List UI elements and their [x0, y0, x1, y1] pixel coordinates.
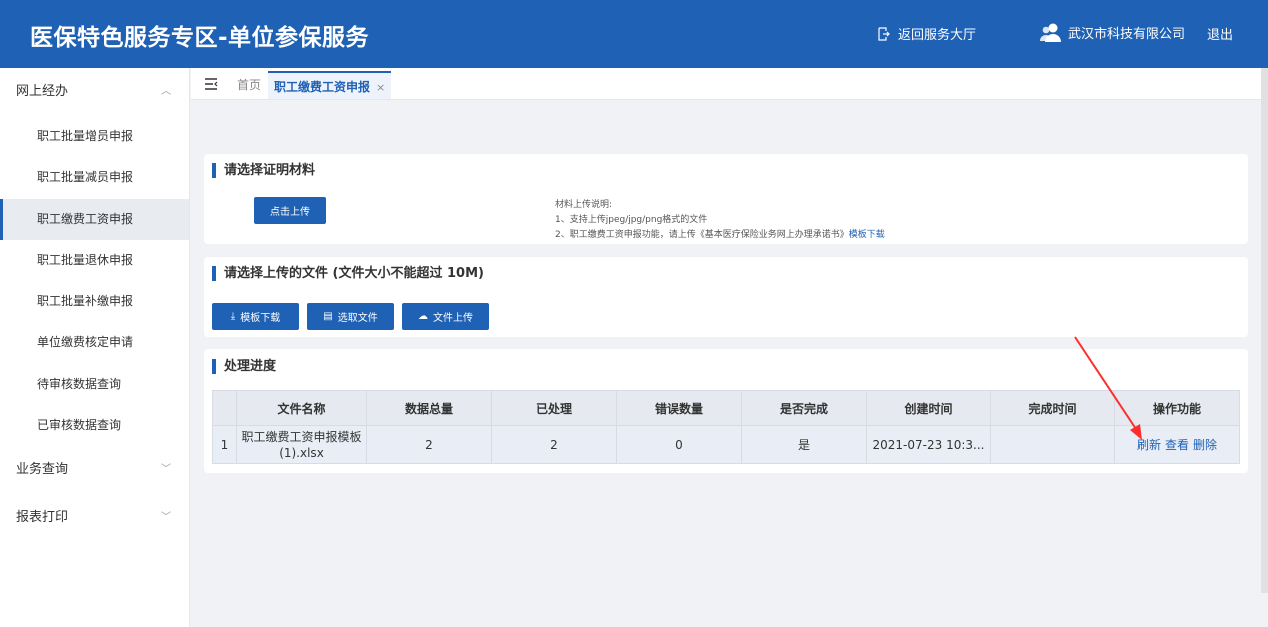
cell-errors: 0	[616, 425, 742, 464]
sidebar-item-pending-query[interactable]: 待审核数据查询	[0, 364, 189, 405]
section-title: 请选择上传的文件 (文件大小不能超过 10M)	[212, 266, 484, 281]
cell-ops: 刷新 查看 删除	[1114, 425, 1240, 464]
cell-index: 1	[212, 425, 237, 464]
cell-file-name: 职工缴费工资申报模板 (1).xlsx	[236, 425, 367, 464]
progress-card: 处理进度 文件名称 数据总量 已处理 错误数量 是否完成 创建时间 完成时间 操…	[204, 349, 1248, 473]
company-name: 武汉市科技有限公司	[1068, 26, 1186, 42]
tabs-bar: 首页 职工缴费工资申报 ×	[191, 68, 1261, 100]
file-upload-button[interactable]: ☁ 文件上传	[402, 303, 489, 330]
tab-home[interactable]: 首页	[237, 76, 261, 93]
col-file-name: 文件名称	[236, 390, 367, 426]
company-account[interactable]: 武汉市科技有限公司	[1040, 22, 1185, 42]
col-errors: 错误数量	[616, 390, 742, 426]
col-index	[212, 390, 237, 426]
menu-group-label: 报表打印	[16, 510, 69, 526]
back-label: 返回服务大厅	[898, 28, 977, 43]
select-file-button[interactable]: ▤ 选取文件	[307, 303, 394, 330]
logout-button[interactable]: 退出	[1207, 24, 1233, 43]
menu-collapse-icon[interactable]	[204, 77, 218, 91]
tab-wage-declare[interactable]: 职工缴费工资申报 ×	[268, 71, 392, 99]
exit-icon	[878, 26, 890, 41]
cell-done: 是	[741, 425, 867, 464]
proof-material-card: 请选择证明材料 点击上传 材料上传说明: 1、支持上传jpeg/jpg/png格…	[204, 154, 1248, 244]
delete-link[interactable]: 删除	[1193, 438, 1217, 452]
chevron-up-icon: ︿	[161, 86, 171, 97]
section-title: 请选择证明材料	[212, 163, 315, 178]
menu-group-report-print[interactable]: 报表打印 ﹀	[0, 494, 189, 542]
users-icon	[1040, 23, 1061, 42]
refresh-link[interactable]: 刷新	[1137, 438, 1161, 452]
note-line-2: 2、职工缴费工资申报功能，请上传《基本医疗保险业务网上办理承诺书》模板下载	[555, 228, 885, 243]
notes-heading: 材料上传说明:	[555, 200, 613, 210]
template-download-link[interactable]: 模板下载	[849, 230, 885, 240]
progress-table: 文件名称 数据总量 已处理 错误数量 是否完成 创建时间 完成时间 操作功能 1…	[212, 390, 1240, 464]
note-text: 2、职工缴费工资申报功能，请上传《基本医疗保险业务网上办理承诺书》	[555, 230, 849, 240]
template-download-button[interactable]: ⤓ 模板下载	[212, 303, 299, 330]
col-finished: 完成时间	[990, 390, 1115, 426]
section-title: 处理进度	[212, 359, 276, 374]
cell-processed: 2	[491, 425, 617, 464]
sidebar-item-wage-declare[interactable]: 职工缴费工资申报	[0, 198, 189, 241]
back-to-hall-link[interactable]: 返回服务大厅	[878, 24, 976, 43]
col-ops: 操作功能	[1114, 390, 1240, 426]
file-icon: ▤	[323, 311, 333, 322]
menu-group-online-service[interactable]: 网上经办 ︿	[0, 68, 189, 116]
upload-notes: 材料上传说明: 1、支持上传jpeg/jpg/png格式的文件 2、职工缴费工资…	[555, 198, 885, 243]
cell-total: 2	[366, 425, 492, 464]
col-done: 是否完成	[741, 390, 867, 426]
view-link[interactable]: 查看	[1165, 438, 1189, 452]
sidebar: 网上经办 ︿ 职工批量增员申报 职工批量减员申报 职工缴费工资申报 职工批量退休…	[0, 68, 190, 627]
scrollbar[interactable]	[1261, 68, 1268, 593]
col-created: 创建时间	[866, 390, 991, 426]
button-label: 选取文件	[337, 313, 378, 324]
table-row: 1 职工缴费工资申报模板 (1).xlsx 2 2 0 是 2021-07-23…	[212, 425, 1240, 464]
menu-group-label: 业务查询	[16, 462, 69, 478]
button-label: 点击上传	[270, 207, 310, 218]
sidebar-item-reviewed-query[interactable]: 已审核数据查询	[0, 405, 189, 446]
table-header-row: 文件名称 数据总量 已处理 错误数量 是否完成 创建时间 完成时间 操作功能	[212, 390, 1240, 426]
chevron-down-icon: ﹀	[161, 464, 171, 476]
col-total: 数据总量	[366, 390, 492, 426]
download-icon: ⤓	[230, 311, 236, 322]
button-label: 文件上传	[433, 313, 473, 324]
file-upload-card: 请选择上传的文件 (文件大小不能超过 10M) ⤓ 模板下载 ▤ 选取文件 ☁ 文件上…	[204, 257, 1248, 337]
menu-group-business-query[interactable]: 业务查询 ﹀	[0, 446, 189, 494]
page-title: 医保特色服务专区-单位参保服务	[30, 25, 370, 51]
menu-group-label: 网上经办	[16, 84, 69, 99]
top-header: 医保特色服务专区-单位参保服务 返回服务大厅 武汉市科技有限公司 退出	[0, 0, 1268, 68]
note-line-1: 1、支持上传jpeg/jpg/png格式的文件	[555, 215, 708, 225]
cloud-upload-icon: ☁	[418, 311, 428, 322]
chevron-down-icon: ﹀	[161, 512, 171, 524]
button-label: 模板下载	[240, 313, 281, 324]
click-upload-button[interactable]: 点击上传	[254, 197, 326, 224]
sidebar-item-batch-retire[interactable]: 职工批量退休申报	[0, 240, 189, 281]
sidebar-item-batch-backpay[interactable]: 职工批量补缴申报	[0, 281, 189, 322]
col-processed: 已处理	[491, 390, 617, 426]
sidebar-item-payment-verify[interactable]: 单位缴费核定申请	[0, 322, 189, 363]
cell-finished	[990, 425, 1115, 464]
cell-created: 2021-07-23 10:3...	[866, 425, 991, 464]
sidebar-item-batch-add[interactable]: 职工批量增员申报	[0, 116, 189, 157]
tab-label: 职工缴费工资申报	[274, 80, 371, 94]
sidebar-item-batch-reduce[interactable]: 职工批量减员申报	[0, 157, 189, 198]
close-icon[interactable]: ×	[376, 81, 385, 94]
